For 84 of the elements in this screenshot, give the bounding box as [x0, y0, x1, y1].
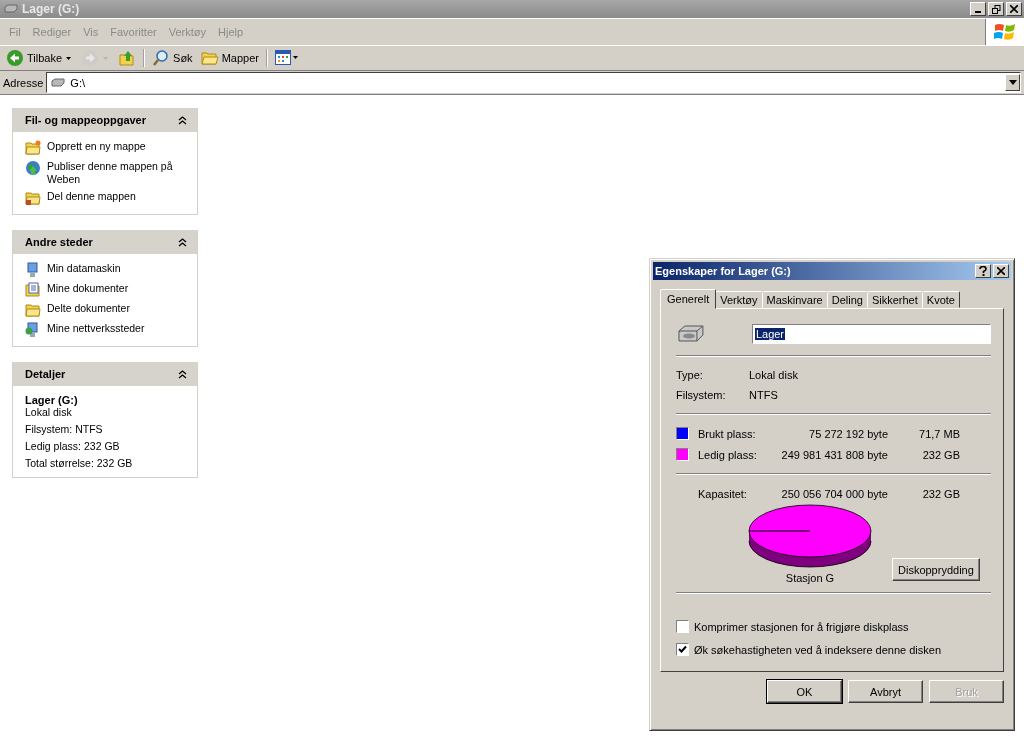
drive-icon — [50, 77, 67, 88]
detail-text: Filsystem: NTFS — [25, 423, 104, 435]
window-title: Lager (G:) — [22, 2, 81, 16]
network-icon — [25, 322, 41, 338]
back-button[interactable]: Tilbake — [3, 47, 77, 69]
dropdown-button[interactable] — [1005, 74, 1020, 91]
byte-count: 249 981 431 808 byte — [780, 448, 888, 461]
task-link[interactable]: Delte dokumenter — [47, 302, 130, 315]
task-link[interactable]: Publiser denne mappen på Weben — [47, 160, 187, 186]
folder-up-icon — [118, 49, 137, 67]
checkbox[interactable] — [676, 620, 689, 633]
address-label: Adresse — [3, 76, 44, 89]
size-value: 71,7 MB — [918, 427, 960, 440]
documents-icon — [25, 282, 41, 298]
checkbox-label: Øk søkehastigheten ved å indeksere denne disken — [694, 643, 942, 656]
help-icon — [979, 266, 987, 276]
checkbox[interactable] — [676, 643, 689, 656]
task-link[interactable]: Min datamaskin — [47, 262, 121, 275]
arrow-right-icon — [81, 49, 100, 67]
collapse-icon[interactable] — [178, 369, 187, 379]
views-icon — [274, 50, 299, 66]
help-button[interactable] — [975, 264, 991, 278]
restore-button[interactable] — [988, 2, 1004, 16]
size-value: 232 GB — [921, 487, 960, 500]
search-icon — [152, 49, 171, 67]
size-value: 232 GB — [921, 448, 960, 461]
restore-icon — [991, 4, 1001, 14]
panel-header[interactable]: Fil- og mappeoppgaver — [13, 108, 197, 132]
detail-text: Lokal disk — [25, 406, 73, 418]
address-field[interactable]: G:\ — [46, 72, 1021, 93]
close-button[interactable] — [1006, 2, 1022, 16]
flag-logo-icon — [994, 22, 1016, 42]
globe-icon — [25, 160, 41, 176]
caret-icon — [1008, 80, 1017, 85]
close-button[interactable] — [993, 264, 1009, 278]
checkbox-label: Komprimer stasjonen for å frigjøre diskplass — [694, 620, 909, 633]
search-button[interactable]: Søk — [149, 47, 196, 69]
panel-header[interactable]: Detaljer — [13, 362, 197, 386]
checkmark-icon — [678, 645, 687, 654]
share-icon — [25, 190, 41, 206]
tab[interactable]: Sikkerhet — [866, 291, 923, 308]
tab[interactable]: Kvote — [921, 291, 960, 308]
folder-icon — [200, 49, 219, 67]
disk-cleanup-button[interactable]: Diskopprydding — [892, 558, 980, 581]
task-link[interactable]: Del denne mappen — [47, 190, 136, 203]
task-link[interactable]: Opprett en ny mappe — [47, 140, 146, 153]
hard-drive-icon — [676, 324, 706, 344]
info-label: Type: — [676, 369, 704, 381]
byte-count: 250 056 704 000 byte — [780, 487, 888, 500]
usage-label: Ledig plass: — [698, 448, 758, 461]
tab[interactable]: Generelt — [660, 289, 717, 309]
usage-label: Brukt plass: — [698, 427, 757, 440]
detail-text: Ledig plass: 232 GB — [25, 440, 121, 452]
close-icon — [1010, 5, 1018, 13]
folder-icon — [25, 302, 41, 318]
minimize-button[interactable] — [970, 2, 986, 16]
arrow-left-icon — [6, 49, 24, 67]
tab[interactable]: Verktøy — [715, 291, 763, 308]
caret-icon — [102, 55, 111, 61]
task-link[interactable]: Mine nettverkssteder — [47, 322, 145, 335]
collapse-icon[interactable] — [178, 237, 187, 247]
drive-label: Stasjon G — [785, 572, 835, 584]
computer-icon — [25, 262, 41, 278]
new-folder-icon — [25, 140, 41, 156]
caret-icon — [65, 55, 74, 61]
task-link[interactable]: Mine dokumenter — [47, 282, 129, 295]
drive-name-field[interactable]: Lager — [751, 324, 991, 344]
folders-button[interactable]: Mapper — [197, 47, 262, 69]
detail-text: Total størrelse: 232 GB — [25, 457, 134, 469]
dialog-button[interactable]: OK — [767, 680, 842, 703]
dialog-button[interactable]: Avbryt — [848, 680, 923, 703]
panel-header[interactable]: Andre steder — [13, 230, 197, 254]
drive-icon — [3, 4, 19, 14]
drive-name: Lager (G:) — [25, 394, 79, 406]
tab[interactable]: Deling — [826, 291, 868, 308]
info-value: NTFS — [749, 389, 778, 401]
close-icon — [997, 267, 1005, 275]
info-label: Filsystem: — [676, 389, 727, 401]
tab[interactable]: Maskinvare — [761, 291, 828, 308]
info-value: Lokal disk — [749, 369, 798, 381]
collapse-icon[interactable] — [178, 115, 187, 125]
byte-count: 75 272 192 byte — [808, 427, 888, 440]
dialog-title: Egenskaper for Lager (G:) — [655, 265, 791, 277]
capacity-label: Kapasitet: — [698, 487, 748, 500]
